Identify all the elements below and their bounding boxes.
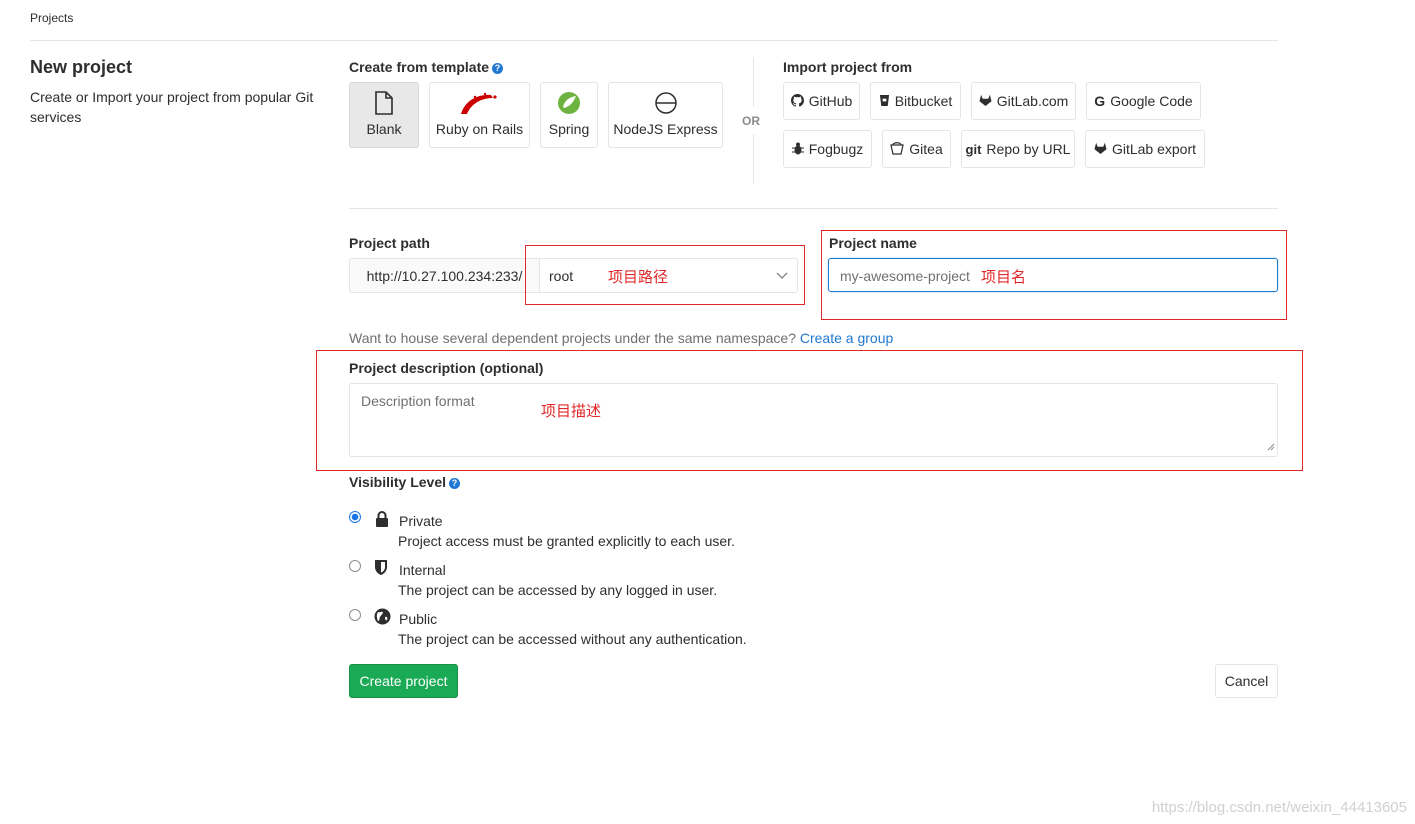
description-highlight-box [316, 350, 1303, 471]
import-label: Repo by URL [986, 141, 1071, 157]
git-icon: git [965, 141, 982, 157]
file-icon [374, 91, 394, 118]
project-name-highlight-box [821, 230, 1287, 320]
watermark-text: https://blog.csdn.net/weixin_44413605 [1151, 799, 1407, 816]
group-hint-text: Want to house several dependent projects… [349, 330, 796, 346]
visibility-public-desc: The project can be accessed without any … [398, 631, 747, 647]
gitlab-icon [1094, 142, 1107, 156]
visibility-internal-radio[interactable] [349, 560, 361, 572]
create-project-button[interactable]: Create project [349, 664, 458, 698]
import-label: Gitea [909, 141, 943, 157]
lock-icon [375, 511, 389, 530]
import-gitea-button[interactable]: Gitea [882, 130, 951, 168]
page-title: New project [30, 57, 133, 77]
gitea-icon [890, 141, 905, 157]
visibility-heading-text: Visibility Level [349, 474, 447, 490]
import-heading: Import project from [783, 59, 913, 75]
page-subtitle: Create or Import your project from popul… [30, 89, 314, 125]
visibility-public-radio[interactable] [349, 609, 361, 621]
import-bitbucket-button[interactable]: Bitbucket [870, 82, 961, 120]
visibility-heading: Visibility Level? [349, 474, 461, 490]
import-github-button[interactable]: GitHub [783, 82, 860, 120]
github-icon [790, 93, 804, 109]
template-label: Spring [548, 121, 590, 137]
import-gitlab-button[interactable]: GitLab.com [971, 82, 1076, 120]
import-label: GitHub [808, 93, 853, 109]
import-label: Fogbugz [808, 141, 864, 157]
template-rails-button[interactable]: Ruby on Rails [429, 82, 530, 148]
rails-logo-icon [459, 91, 501, 118]
breadcrumb[interactable]: Projects [30, 11, 73, 25]
import-gitlab-export-button[interactable]: GitLab export [1085, 130, 1205, 168]
import-label: GitLab.com [996, 93, 1069, 109]
globe-icon [374, 608, 391, 628]
project-path-label: Project path [349, 235, 430, 251]
template-label: Blank [366, 121, 402, 137]
spring-logo-icon [557, 91, 581, 118]
express-logo-icon [654, 91, 678, 118]
project-path-prefix: http://10.27.100.234:233/ [349, 258, 539, 293]
visibility-public-title[interactable]: Public [399, 611, 437, 627]
section-divider [349, 208, 1278, 209]
help-icon[interactable]: ? [492, 63, 504, 74]
separator-line-top [753, 57, 754, 107]
group-hint: Want to house several dependent projects… [349, 330, 893, 346]
import-fogbugz-button[interactable]: Fogbugz [783, 130, 872, 168]
template-label: Ruby on Rails [435, 121, 524, 137]
gitlab-icon [979, 94, 992, 108]
create-group-link[interactable]: Create a group [800, 330, 893, 346]
visibility-private-radio[interactable] [349, 511, 361, 523]
project-path-highlight-box [525, 245, 805, 305]
visibility-internal-title[interactable]: Internal [399, 562, 446, 578]
template-heading: Create from template? [349, 59, 504, 75]
google-icon: G [1094, 93, 1106, 109]
import-label: GitLab export [1111, 141, 1197, 157]
visibility-internal-desc: The project can be accessed by any logge… [398, 582, 718, 598]
template-heading-text: Create from template [349, 59, 490, 75]
help-icon[interactable]: ? [449, 478, 461, 489]
bitbucket-icon [879, 94, 890, 109]
import-google-code-button[interactable]: G Google Code [1086, 82, 1201, 120]
or-separator: OR [742, 114, 760, 128]
template-express-button[interactable]: NodeJS Express [608, 82, 723, 148]
cancel-button[interactable]: Cancel [1215, 664, 1278, 698]
import-label: Bitbucket [894, 93, 953, 109]
template-label: NodeJS Express [613, 121, 718, 137]
import-label: Google Code [1110, 93, 1193, 109]
import-repo-url-button[interactable]: git Repo by URL [961, 130, 1075, 168]
template-blank-button[interactable]: Blank [349, 82, 419, 148]
header-divider [30, 40, 1278, 41]
visibility-private-desc: Project access must be granted explicitl… [398, 533, 735, 549]
template-spring-button[interactable]: Spring [540, 82, 598, 148]
visibility-private-title[interactable]: Private [399, 513, 443, 529]
separator-line-bottom [753, 134, 754, 184]
shield-icon [374, 559, 388, 579]
bug-icon [791, 142, 804, 157]
